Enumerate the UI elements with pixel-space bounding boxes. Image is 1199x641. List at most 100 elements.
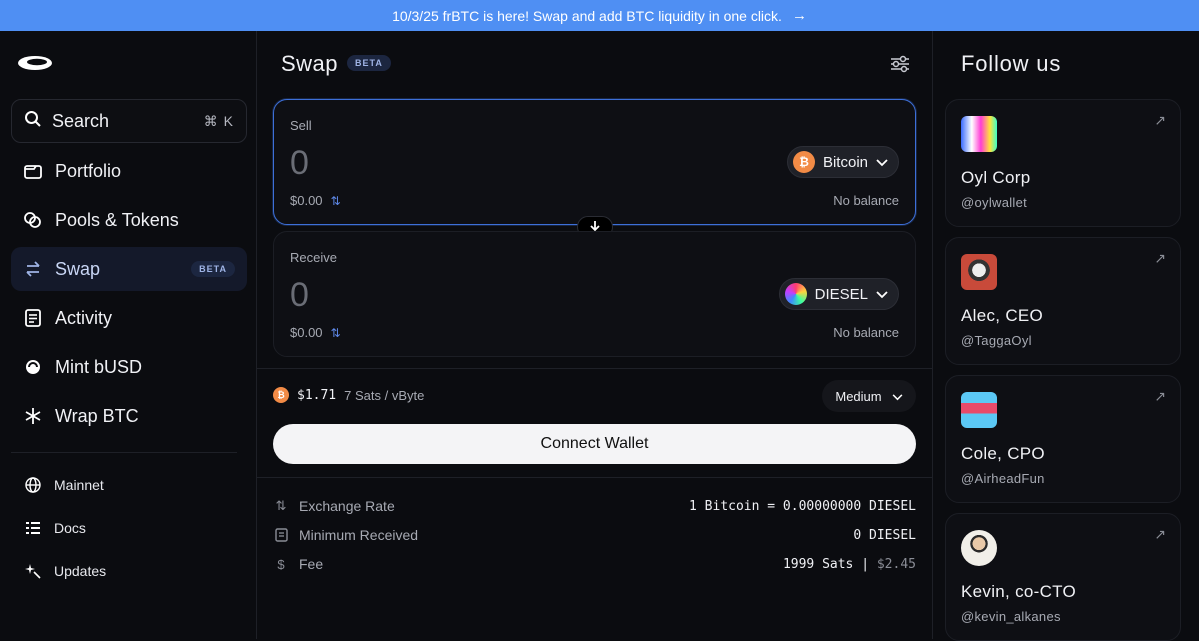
sell-token-label: Bitcoin: [822, 153, 868, 171]
sidebar-item-docs[interactable]: Docs: [24, 519, 86, 537]
sell-token-selector[interactable]: ₿ Bitcoin: [786, 146, 899, 178]
sidebar-item-label: Swap: [55, 258, 101, 279]
sidebar-item-label: Updates: [54, 563, 107, 579]
receive-usd-value: $0.00 ⇅: [290, 325, 341, 340]
card-name: Alec, CEO: [961, 306, 1044, 325]
network-fee-row: ₿ $1.71 7 Sats / vByte: [273, 387, 424, 403]
sidebar-item-updates[interactable]: Updates: [24, 562, 106, 580]
detail-value: 1999 Sats | $2.45: [783, 557, 916, 572]
sidebar-item-label: Wrap BTC: [55, 405, 139, 426]
detail-key: Exchange Rate: [299, 498, 395, 514]
external-link-icon: ↗: [1154, 526, 1166, 542]
receive-token-label: DIESEL: [814, 285, 868, 303]
detail-key: Fee: [299, 556, 324, 572]
portfolio-icon: [23, 161, 43, 181]
divider: [257, 368, 933, 369]
swap-vertical-icon[interactable]: ⇅: [331, 326, 341, 340]
globe-icon: [24, 476, 42, 494]
settings-sliders-icon[interactable]: [889, 53, 911, 75]
external-link-icon: ↗: [1154, 250, 1166, 266]
search-shortcut: ⌘ K: [203, 112, 234, 129]
diesel-icon: [784, 283, 807, 305]
logo[interactable]: [16, 53, 54, 73]
page-title: Swap: [281, 51, 339, 76]
receive-amount-input[interactable]: 0: [290, 276, 309, 315]
avatar: [961, 254, 997, 290]
follow-title: Follow us: [961, 51, 1062, 76]
fee-row: $ Fee 1999 Sats | $2.45: [273, 556, 916, 572]
receive-balance: No balance: [833, 325, 899, 340]
card-name: Kevin, co-CTO: [961, 582, 1077, 601]
card-name: Cole, CPO: [961, 444, 1045, 463]
sell-usd-text: $0.00: [290, 193, 323, 208]
sidebar-item-wrap-btc[interactable]: Wrap BTC: [11, 394, 247, 438]
fee-speed-dropdown[interactable]: Medium: [822, 380, 916, 412]
receive-token-selector[interactable]: DIESEL: [778, 278, 899, 310]
follow-card-kevin[interactable]: ↗ Kevin, co-CTO @kevin_alkanes: [945, 513, 1181, 641]
follow-panel: Follow us ↗ Oyl Corp @oylwallet ↗ Alec, …: [933, 31, 1199, 641]
receipt-icon: [273, 527, 289, 543]
sell-amount-input[interactable]: 0: [290, 144, 309, 183]
bitcoin-icon: ₿: [273, 387, 289, 403]
sidebar-item-label: Docs: [54, 520, 86, 536]
sidebar-divider: [11, 452, 237, 453]
sidebar-item-swap[interactable]: Swap BETA: [11, 247, 247, 291]
detail-value: 1 Bitcoin = 0.00000000 DIESEL: [689, 498, 916, 514]
beta-badge: BETA: [347, 55, 391, 71]
receive-usd-text: $0.00: [290, 325, 323, 340]
fee-speed-label: Medium: [835, 388, 882, 404]
sidebar: Search ⌘ K Portfolio Pools & Tokens Swap…: [0, 31, 257, 639]
chevron-down-icon: [876, 286, 888, 303]
connect-wallet-button[interactable]: Connect Wallet: [273, 424, 916, 464]
announcement-banner[interactable]: 10/3/25 frBTC is here! Swap and add BTC …: [0, 0, 1199, 31]
activity-icon: [23, 308, 43, 328]
sidebar-item-mint-busd[interactable]: Mint bUSD: [11, 345, 247, 389]
avatar: [961, 116, 997, 152]
sell-balance: No balance: [833, 193, 899, 208]
sidebar-item-pools[interactable]: Pools & Tokens: [11, 198, 247, 242]
docs-icon: [24, 519, 42, 537]
card-handle: @kevin_alkanes: [961, 609, 1061, 624]
sidebar-item-label: Portfolio: [55, 160, 122, 181]
sidebar-item-label: Activity: [55, 307, 113, 328]
follow-card-oyl-corp[interactable]: ↗ Oyl Corp @oylwallet: [945, 99, 1181, 227]
sidebar-item-portfolio[interactable]: Portfolio: [11, 149, 247, 193]
card-handle: @TaggaOyl: [961, 333, 1032, 348]
banner-text: 10/3/25 frBTC is here! Swap and add BTC …: [392, 7, 782, 24]
detail-key: Minimum Received: [299, 527, 419, 543]
search-icon: [24, 110, 42, 133]
minimum-received-row: Minimum Received 0 DIESEL: [273, 527, 916, 543]
sparkle-icon: [24, 562, 42, 580]
swap-icon: [23, 259, 43, 279]
sell-label: Sell: [290, 118, 312, 133]
beta-badge: BETA: [191, 261, 235, 277]
exchange-rate-row: ⇅ Exchange Rate 1 Bitcoin = 0.00000000 D…: [273, 498, 916, 514]
follow-card-alec[interactable]: ↗ Alec, CEO @TaggaOyl: [945, 237, 1181, 365]
card-handle: @AirheadFun: [961, 471, 1045, 486]
detail-value: 0 DIESEL: [853, 527, 916, 543]
receive-panel[interactable]: Receive 0 $0.00 ⇅ DIESEL No balance: [273, 231, 916, 357]
card-name: Oyl Corp: [961, 168, 1031, 187]
chevron-down-icon: [876, 154, 888, 171]
sidebar-item-label: Pools & Tokens: [55, 209, 179, 230]
receive-label: Receive: [290, 250, 337, 265]
follow-card-cole[interactable]: ↗ Cole, CPO @AirheadFun: [945, 375, 1181, 503]
arrow-right-icon: →: [791, 7, 807, 24]
fee-rate: 7 Sats / vByte: [344, 387, 425, 403]
external-link-icon: ↗: [1154, 388, 1166, 404]
swap-vertical-icon[interactable]: ⇅: [331, 194, 341, 208]
swap-panel: Swap BETA Sell 0 $0.00 ⇅ ₿ Bitcoin No ba…: [257, 31, 933, 639]
sidebar-item-label: Mint bUSD: [55, 356, 143, 377]
search-label: Search: [52, 110, 110, 131]
card-handle: @oylwallet: [961, 195, 1028, 210]
avatar: [961, 530, 997, 566]
fee-usd: $2.45: [876, 556, 916, 572]
sidebar-item-activity[interactable]: Activity: [11, 296, 247, 340]
btc-fee-price: $1.71: [297, 387, 337, 403]
sidebar-item-mainnet[interactable]: Mainnet: [24, 476, 104, 494]
sell-panel[interactable]: Sell 0 $0.00 ⇅ ₿ Bitcoin No balance: [273, 99, 916, 225]
fee-sats: 1999 Sats |: [782, 556, 870, 572]
mint-icon: [23, 357, 43, 377]
search-button[interactable]: Search ⌘ K: [11, 99, 247, 143]
avatar: [961, 392, 997, 428]
